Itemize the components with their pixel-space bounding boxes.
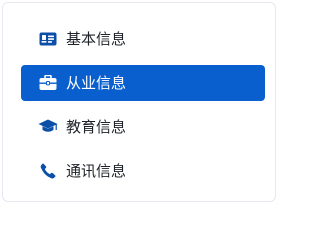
menu-item-basic-info[interactable]: 基本信息	[21, 21, 265, 57]
briefcase-icon	[38, 73, 58, 93]
menu-item-contact-info[interactable]: 通讯信息	[21, 153, 265, 189]
menu-item-label: 基本信息	[66, 29, 127, 48]
phone-icon	[38, 161, 58, 181]
menu-item-label: 通讯信息	[66, 161, 127, 180]
menu-item-label: 从业信息	[66, 73, 127, 92]
menu-item-label: 教育信息	[66, 117, 127, 136]
id-card-icon	[38, 29, 58, 49]
graduation-cap-icon	[38, 117, 58, 137]
menu-item-employment-info[interactable]: 从业信息	[21, 65, 265, 101]
menu-item-education-info[interactable]: 教育信息	[21, 109, 265, 145]
side-menu-panel: 基本信息 从业信息 教育信息 通讯信息	[2, 2, 276, 202]
